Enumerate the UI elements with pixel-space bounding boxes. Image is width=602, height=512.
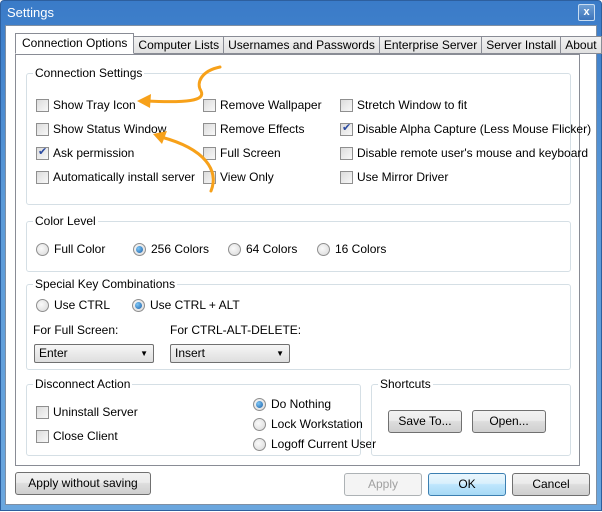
- checkbox-box[interactable]: [340, 98, 353, 112]
- show-status-window-checkbox[interactable]: Show Status Window: [36, 122, 166, 136]
- radio-circle[interactable]: [253, 397, 266, 411]
- checkbox-box[interactable]: [340, 146, 353, 160]
- uninstall-server-checkbox[interactable]: Uninstall Server: [36, 405, 138, 419]
- close-client-checkbox[interactable]: Close Client: [36, 429, 118, 443]
- radio-circle[interactable]: [133, 242, 146, 256]
- tab-enterprise-server[interactable]: Enterprise Server: [379, 36, 483, 54]
- checkbox-box[interactable]: [36, 98, 49, 112]
- group-label: Connection Settings: [33, 66, 145, 80]
- title-bar[interactable]: Settings x: [1, 1, 601, 25]
- connection-settings-group: Connection Settings Show Tray Icon Show …: [26, 66, 591, 205]
- radio-circle[interactable]: [132, 298, 145, 312]
- radio-circle[interactable]: [317, 242, 330, 256]
- full-screen-checkbox[interactable]: Full Screen: [203, 146, 281, 160]
- checkbox-box[interactable]: [203, 170, 216, 184]
- logoff-current-user-radio[interactable]: Logoff Current User: [253, 437, 376, 451]
- 16-colors-radio[interactable]: 16 Colors: [317, 242, 386, 256]
- remove-wallpaper-checkbox[interactable]: Remove Wallpaper: [203, 98, 322, 112]
- checkbox-box[interactable]: [203, 98, 216, 112]
- group-label: Special Key Combinations: [33, 277, 178, 291]
- disable-alpha-capture-checkbox[interactable]: Disable Alpha Capture (Less Mouse Flicke…: [340, 121, 591, 136]
- checkbox-box[interactable]: [36, 405, 49, 419]
- stretch-window-checkbox[interactable]: Stretch Window to fit: [340, 98, 467, 112]
- checkbox-box[interactable]: [340, 170, 353, 184]
- radio-circle[interactable]: [253, 417, 266, 431]
- ok-button[interactable]: OK: [428, 473, 506, 496]
- checkbox-box[interactable]: [36, 170, 49, 184]
- radio-circle[interactable]: [36, 298, 49, 312]
- shortcuts-group: Shortcuts Save To... Open...: [371, 377, 571, 456]
- checkbox-box[interactable]: [203, 122, 216, 136]
- 256-colors-radio[interactable]: 256 Colors: [133, 242, 209, 256]
- ctrl-alt-delete-key-label: For CTRL-ALT-DELETE:: [170, 323, 302, 337]
- tab-strip: Connection Options Computer Lists Userna…: [15, 33, 602, 54]
- apply-without-saving-button[interactable]: Apply without saving: [15, 472, 151, 495]
- open-button[interactable]: Open...: [472, 410, 546, 433]
- dialog-client: Connection Options Computer Lists Userna…: [5, 25, 602, 505]
- use-ctrl-radio[interactable]: Use CTRL: [36, 298, 110, 312]
- close-icon: x: [583, 6, 590, 18]
- color-level-group: Color Level Full Color 256 Colors 64 Col…: [26, 214, 571, 272]
- window-title: Settings: [7, 5, 54, 20]
- show-tray-icon-checkbox[interactable]: Show Tray Icon: [36, 98, 136, 112]
- do-nothing-radio[interactable]: Do Nothing: [253, 397, 331, 411]
- special-keys-group: Special Key Combinations Use CTRL Use CT…: [26, 277, 571, 370]
- close-button[interactable]: x: [578, 4, 595, 21]
- save-to-button[interactable]: Save To...: [388, 410, 462, 433]
- use-mirror-driver-checkbox[interactable]: Use Mirror Driver: [340, 170, 448, 184]
- tab-computer-lists[interactable]: Computer Lists: [134, 36, 225, 54]
- tab-server-install[interactable]: Server Install: [482, 36, 562, 54]
- radio-circle[interactable]: [36, 242, 49, 256]
- group-label: Color Level: [33, 214, 98, 228]
- checkbox-box[interactable]: [203, 146, 216, 160]
- connection-options-panel: Connection Settings Show Tray Icon Show …: [15, 54, 591, 466]
- radio-circle[interactable]: [228, 242, 241, 256]
- checkbox-box[interactable]: [36, 429, 49, 443]
- apply-button[interactable]: Apply: [344, 473, 422, 496]
- cancel-button[interactable]: Cancel: [512, 473, 590, 496]
- group-label: Shortcuts: [378, 377, 433, 391]
- ask-permission-checkbox[interactable]: Ask permission: [36, 145, 134, 160]
- disable-remote-input-checkbox[interactable]: Disable remote user's mouse and keyboard: [340, 146, 588, 160]
- full-color-radio[interactable]: Full Color: [36, 242, 105, 256]
- checkbox-box[interactable]: [340, 121, 353, 136]
- view-only-checkbox[interactable]: View Only: [203, 170, 274, 184]
- lock-workstation-radio[interactable]: Lock Workstation: [253, 417, 363, 431]
- tab-connection-options[interactable]: Connection Options: [15, 33, 135, 54]
- use-ctrl-alt-radio[interactable]: Use CTRL + ALT: [132, 298, 240, 312]
- checkbox-box[interactable]: [36, 145, 49, 160]
- checkbox-box[interactable]: [36, 122, 49, 136]
- tab-usernames-passwords[interactable]: Usernames and Passwords: [224, 36, 380, 54]
- tab-about[interactable]: About: [561, 36, 602, 54]
- full-screen-key-label: For Full Screen:: [33, 323, 119, 337]
- settings-window: Settings x Connection Options Computer L…: [0, 0, 602, 511]
- ctrl-alt-delete-key-select[interactable]: Insert ▼: [170, 344, 290, 363]
- disconnect-action-group: Disconnect Action Uninstall Server Close…: [26, 377, 376, 456]
- remove-effects-checkbox[interactable]: Remove Effects: [203, 122, 304, 136]
- 64-colors-radio[interactable]: 64 Colors: [228, 242, 297, 256]
- radio-circle[interactable]: [253, 437, 266, 451]
- auto-install-server-checkbox[interactable]: Automatically install server: [36, 170, 195, 184]
- full-screen-key-select[interactable]: Enter ▼: [34, 344, 154, 363]
- chevron-down-icon: ▼: [276, 349, 284, 358]
- chevron-down-icon: ▼: [140, 349, 148, 358]
- group-label: Disconnect Action: [33, 377, 133, 391]
